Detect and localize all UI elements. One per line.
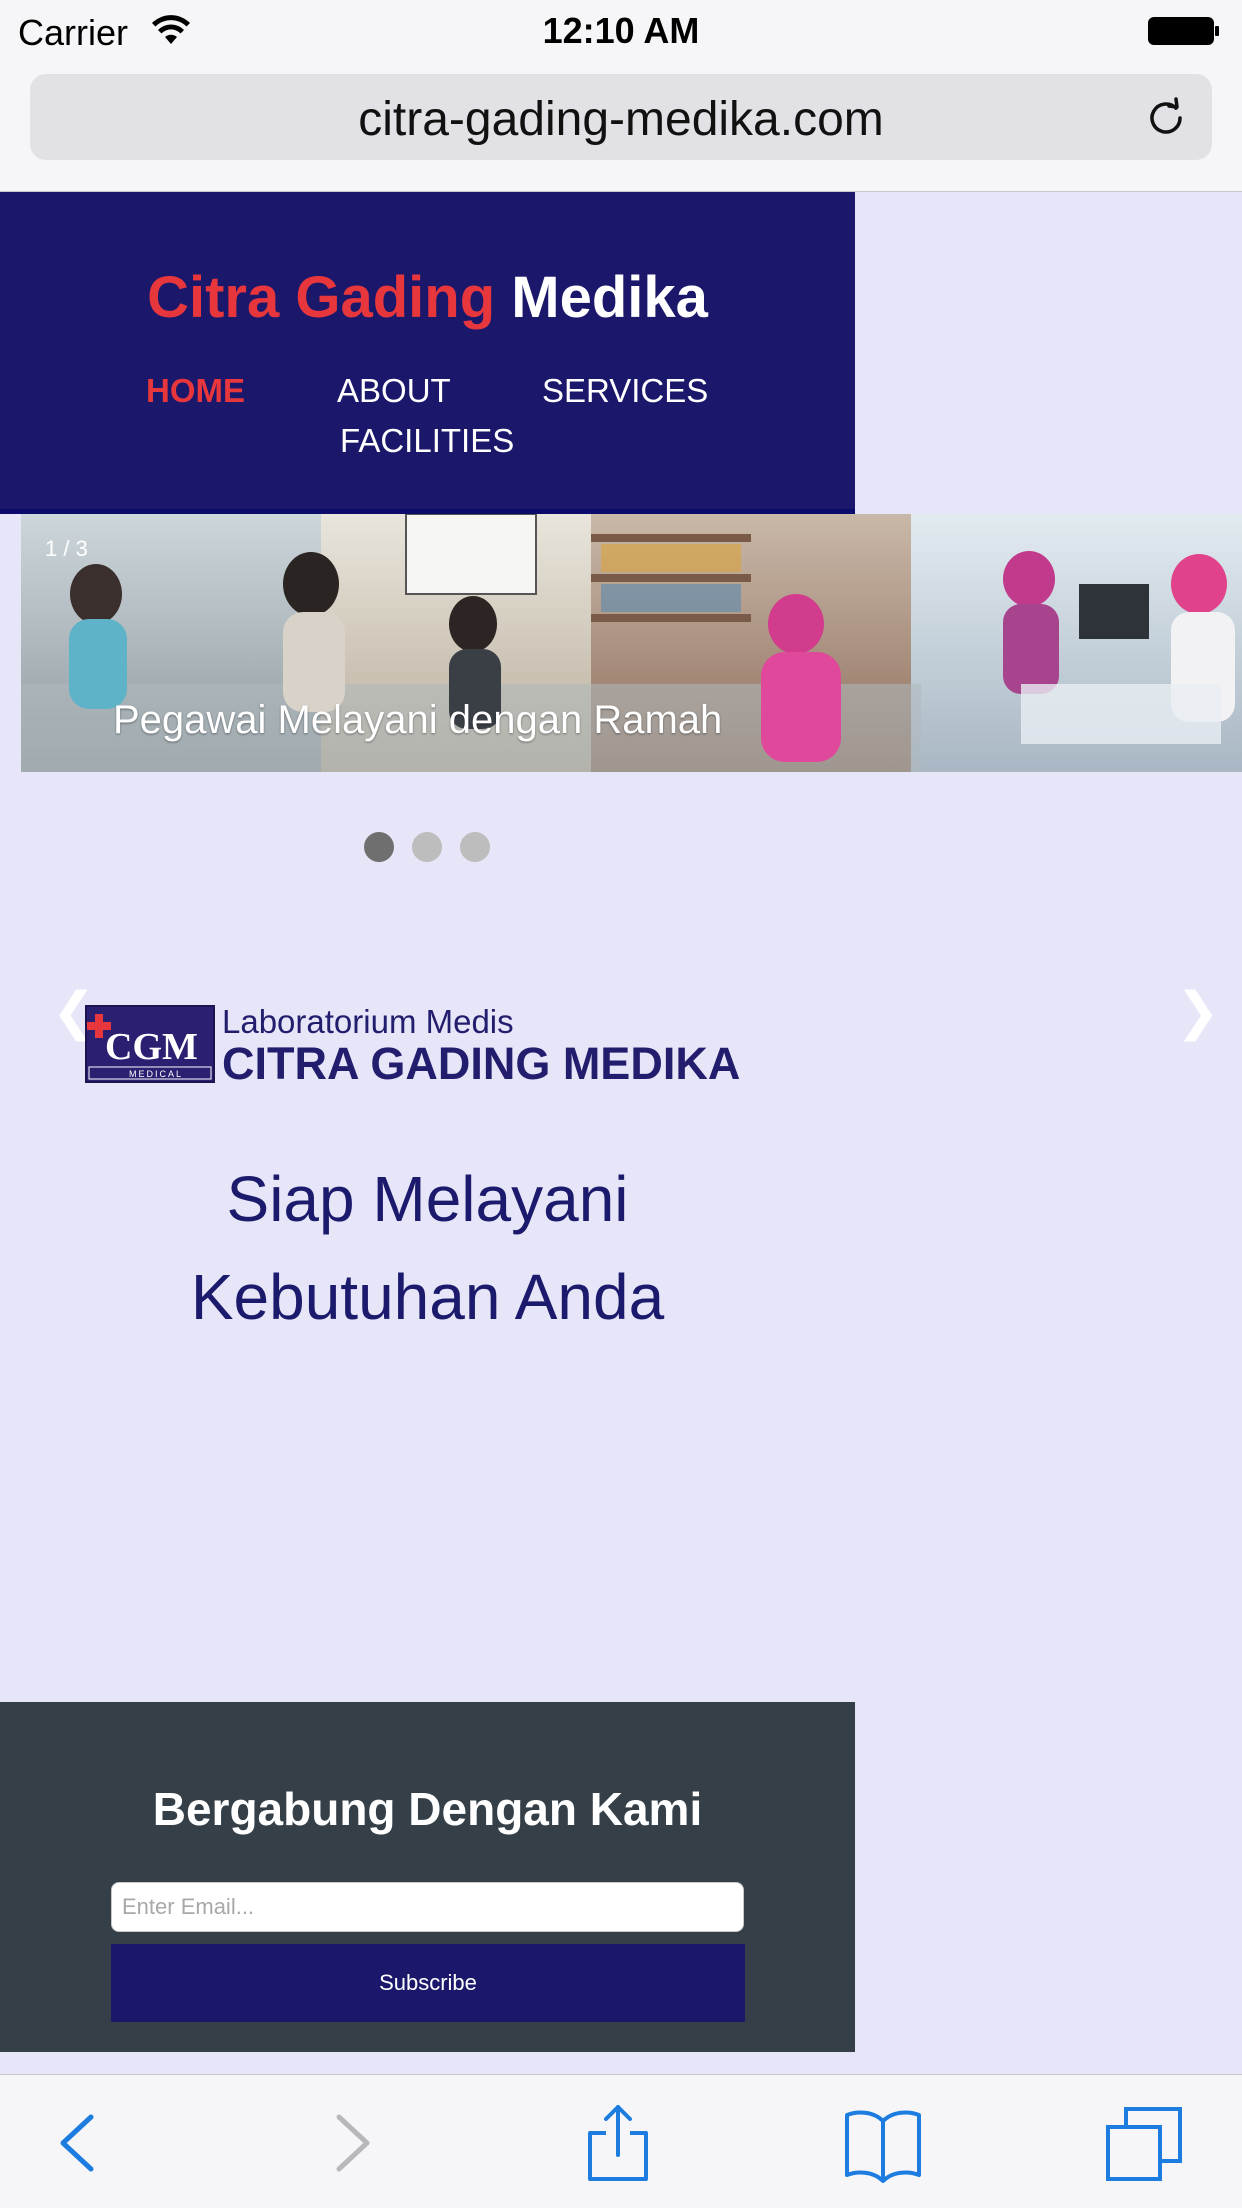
- logo-subtext: MEDICAL: [129, 1069, 183, 1079]
- slide-dot-3[interactable]: [460, 832, 490, 862]
- battery-icon: [1148, 17, 1219, 45]
- lab-title: CITRA GADING MEDIKA: [222, 1038, 741, 1089]
- slide-dot-1[interactable]: [364, 832, 394, 862]
- clock: 12:10 AM: [542, 10, 700, 51]
- url-text[interactable]: citra-gading-medika.com: [30, 92, 1212, 147]
- address-bar[interactable]: citra-gading-medika.com: [30, 74, 1212, 160]
- reload-icon[interactable]: [1142, 94, 1190, 142]
- slideshow[interactable]: 1 / 3 Pegawai Melayani dengan Ramah: [21, 514, 1242, 772]
- logo-text: CGM: [105, 1026, 198, 1068]
- newsletter-section: Bergabung Dengan Kami Subscribe: [0, 1702, 855, 2052]
- subscribe-button[interactable]: Subscribe: [111, 1944, 745, 2022]
- site-brand[interactable]: Citra Gading Medika: [0, 264, 855, 331]
- browser-toolbar: [0, 2074, 1242, 2208]
- brand-part2: Medika: [511, 265, 708, 330]
- slide-dot-2[interactable]: [412, 832, 442, 862]
- tagline-line2: Kebutuhan Anda: [190, 1261, 665, 1333]
- status-bar: Carrier 12:10 AM: [0, 0, 1242, 62]
- browser-address-area: citra-gading-medika.com: [0, 62, 1242, 192]
- lab-subtitle: Laboratorium Medis: [222, 1003, 514, 1040]
- nav-home[interactable]: HOME: [146, 372, 245, 410]
- cgm-logo: CGM MEDICAL: [85, 1005, 215, 1083]
- forward-icon[interactable]: [313, 2103, 393, 2183]
- nav-services[interactable]: SERVICES: [542, 372, 708, 410]
- newsletter-title: Bergabung Dengan Kami: [152, 1783, 703, 1835]
- tagline-line1: Siap Melayani: [226, 1163, 629, 1235]
- site-header: Citra Gading Medika HOME ABOUT SERVICES …: [0, 192, 855, 514]
- tabs-icon[interactable]: [1104, 2103, 1184, 2183]
- slide-counter: 1 / 3: [45, 536, 88, 561]
- bookmarks-icon[interactable]: [843, 2103, 923, 2183]
- nav-about[interactable]: ABOUT: [337, 372, 451, 410]
- share-icon[interactable]: [578, 2103, 658, 2183]
- slide-caption: Pegawai Melayani dengan Ramah: [113, 698, 723, 742]
- brand-part1: Citra Gading: [147, 265, 496, 330]
- back-icon[interactable]: [37, 2103, 117, 2183]
- slide-next-arrow[interactable]: ❯: [1176, 982, 1220, 1042]
- email-input[interactable]: [111, 1882, 744, 1932]
- nav-facilities[interactable]: FACILITIES: [340, 422, 514, 460]
- slide-dots: [364, 832, 504, 862]
